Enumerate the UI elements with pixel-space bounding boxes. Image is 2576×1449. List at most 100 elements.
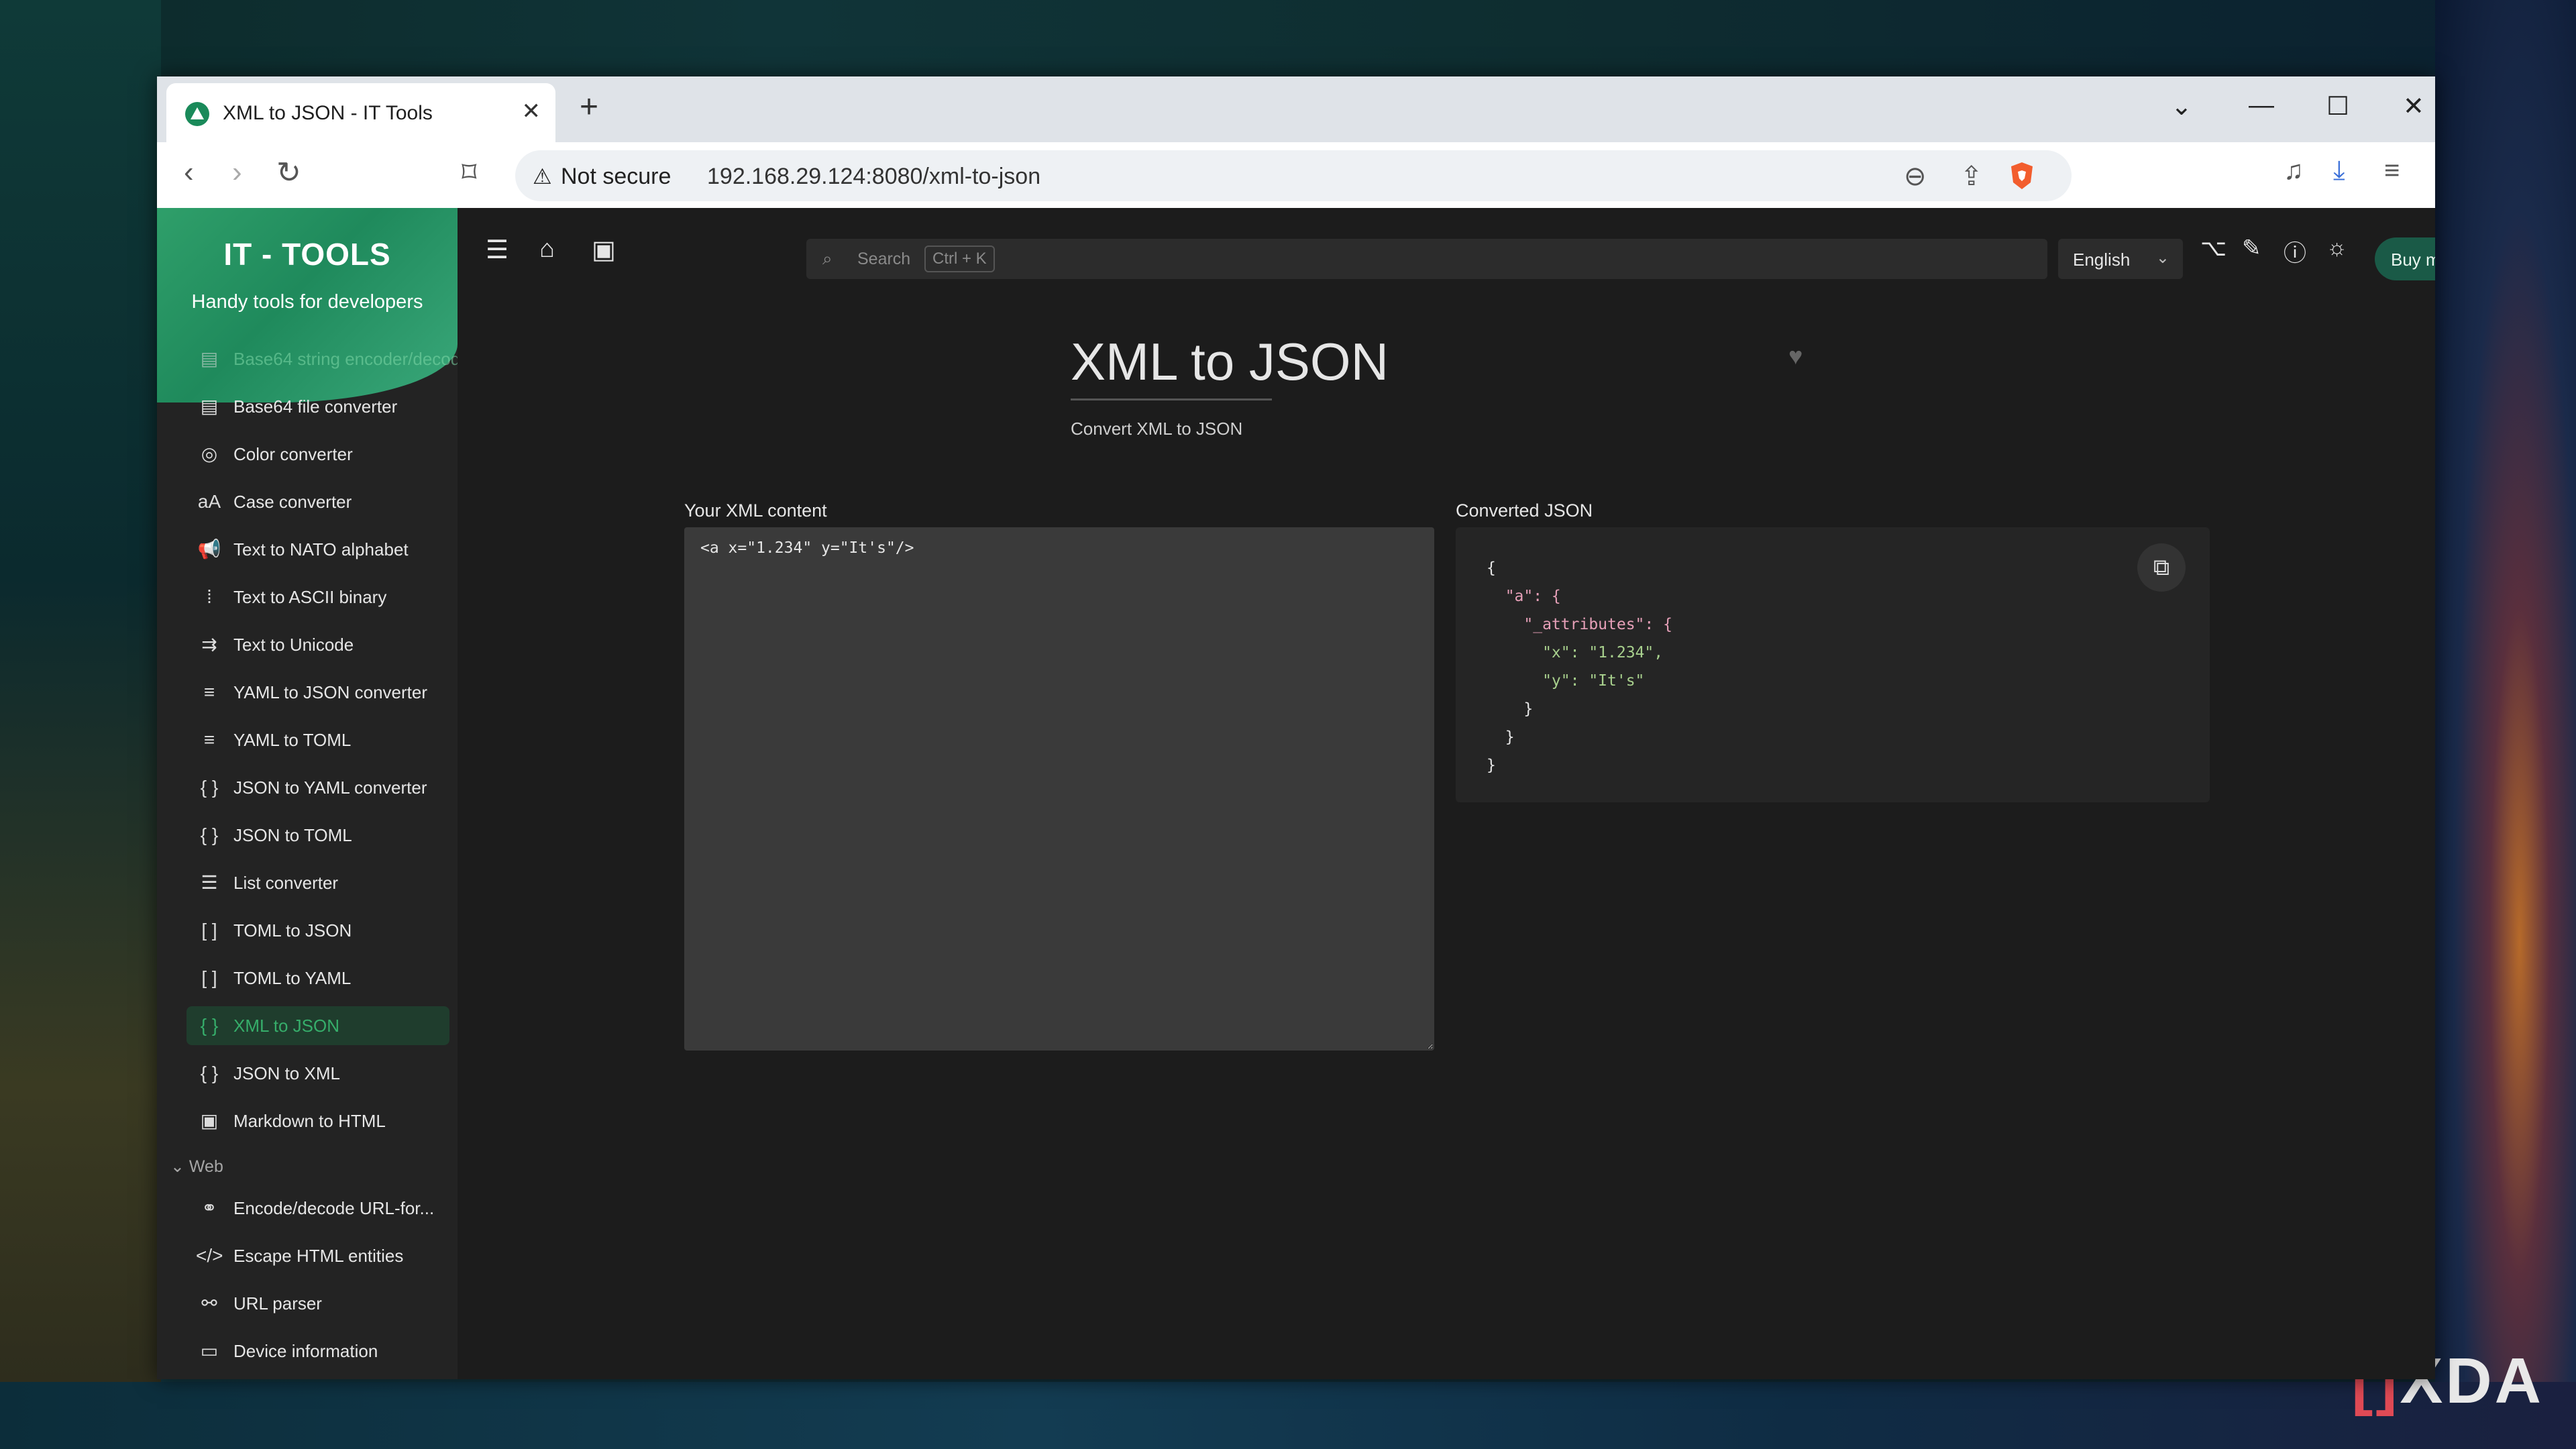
sidebar-item-xml-json[interactable]: { } XML to JSON (186, 1006, 449, 1045)
link-icon: ⚭ (201, 1197, 217, 1218)
sidebar-item-color-converter[interactable]: ◎ Color converter (186, 435, 449, 474)
wallpaper-top (0, 0, 2576, 76)
chevron-down-icon: ⌄ (2155, 249, 2169, 267)
download-icon[interactable]: ⤓ (2333, 156, 2345, 186)
file-icon: ▤ (200, 396, 219, 417)
browser-toolbar: ‹ › ↻ ⌑ ⚠ Not secure 192.168.29.124:8080… (157, 142, 2435, 208)
coffee-label: Buy me a coffee (2391, 250, 2435, 270)
sidebar-item-json-xml[interactable]: { } JSON to XML (186, 1054, 449, 1093)
palette-icon: ◎ (201, 443, 218, 464)
braces-icon: { } (200, 824, 219, 845)
sidebar-item-ascii-binary[interactable]: ⁞ Text to ASCII binary (186, 578, 449, 616)
language-select[interactable]: English ⌄ (2058, 239, 2183, 279)
copy-icon[interactable]: ⧉ (2137, 543, 2186, 592)
it-tools-favicon-icon (185, 102, 209, 126)
json-line: "_attributes": { (1487, 616, 1672, 633)
ui-lib-icon[interactable]: ▣ (592, 235, 616, 265)
search-input[interactable]: ⌕ Search Ctrl + K (806, 239, 2047, 279)
align-icon: ≡ (203, 682, 215, 702)
binary-icon: ⁞ (207, 586, 212, 607)
sidebar-item-yaml-toml[interactable]: ≡ YAML to TOML (186, 720, 449, 759)
search-placeholder: Search (857, 250, 911, 268)
back-icon[interactable]: ‹ (184, 156, 194, 189)
sidebar-item-toml-json[interactable]: [ ] TOML to JSON (186, 911, 449, 950)
sidebar-item-json-toml[interactable]: { } JSON to TOML (186, 816, 449, 855)
markdown-icon: ▣ (200, 1110, 219, 1131)
zoom-out-icon[interactable]: ⊖ (1904, 161, 1927, 192)
sidebar-item-url-parser[interactable]: ⚯ URL parser (186, 1284, 449, 1323)
twitter-icon[interactable]: ✎ (2242, 235, 2261, 262)
sidebar-item-yaml-json[interactable]: ≡ YAML to JSON converter (186, 673, 449, 712)
title-divider (1071, 398, 1272, 400)
favorite-heart-icon[interactable]: ♥ (1788, 342, 1803, 370)
not-secure-label[interactable]: Not secure (561, 164, 671, 190)
bookmark-icon[interactable]: ⌑ (462, 156, 477, 190)
section-web-toggle[interactable]: ⌄ Web (170, 1157, 223, 1177)
xml-input-textarea[interactable]: <a x="1.234" y="It's"/> (684, 527, 1434, 1051)
forward-icon[interactable]: › (232, 156, 242, 189)
it-tools-app: IT - TOOLS Handy tools for developers ▤ … (157, 208, 2435, 1379)
browser-menu-icon[interactable]: ≡ (2384, 156, 2400, 186)
browser-tab[interactable]: XML to JSON - IT Tools ✕ (166, 83, 555, 142)
minimize-icon[interactable]: — (2249, 91, 2274, 120)
sidebar-item-base64-file[interactable]: ▤ Base64 file converter (186, 387, 449, 426)
json-line: } (1487, 700, 1534, 718)
json-line: { (1487, 559, 1496, 577)
sidebar-item-device-info[interactable]: ▭ Device information (186, 1332, 449, 1371)
app-topbar: ☰ ⌂ ▣ ⌕ Search Ctrl + K English ⌄ ⌥ ✎ ⓘ … (458, 208, 2435, 284)
page-subtitle: Convert XML to JSON (1071, 419, 1243, 439)
speakerphone-icon: 📢 (197, 539, 221, 559)
device-icon: ▭ (200, 1340, 219, 1361)
tab-close-icon[interactable]: ✕ (522, 98, 541, 125)
home-icon[interactable]: ⌂ (539, 235, 555, 264)
braces-icon: { } (200, 1015, 219, 1036)
brand-title[interactable]: IT - TOOLS (157, 236, 458, 272)
sidebar-item-markdown-html[interactable]: ▣ Markdown to HTML (186, 1102, 449, 1140)
sidebar-item-nato[interactable]: 📢 Text to NATO alphabet (186, 530, 449, 569)
page-title: XML to JSON (1071, 332, 1389, 391)
media-icon[interactable]: ♫ (2284, 156, 2304, 186)
theme-toggle-icon[interactable]: ☼ (2326, 235, 2347, 261)
new-tab-icon[interactable]: + (580, 89, 598, 125)
wallpaper-left (0, 0, 161, 1449)
close-window-icon[interactable]: ✕ (2403, 91, 2424, 121)
reload-icon[interactable]: ↻ (276, 156, 301, 190)
xml-input-label: Your XML content (684, 500, 827, 521)
sidebar-item-case-converter[interactable]: aA Case converter (186, 482, 449, 521)
sidebar-item-escape-html[interactable]: </> Escape HTML entities (186, 1236, 449, 1275)
braces-icon: { } (200, 1063, 219, 1083)
sidebar-item-text-unicode[interactable]: ⇉ Text to Unicode (186, 625, 449, 664)
sidebar-item-base64-string[interactable]: ▤ Base64 string encoder/decoder (186, 339, 458, 378)
json-line: "x": "1.234", (1487, 644, 1664, 661)
sidebar-item-url-encode[interactable]: ⚭ Encode/decode URL-for... (186, 1189, 449, 1228)
sidebar-item-json-yaml[interactable]: { } JSON to YAML converter (186, 768, 449, 807)
json-line: } (1487, 729, 1515, 746)
menu-toggle-icon[interactable]: ☰ (486, 235, 508, 265)
code-icon: </> (196, 1245, 223, 1266)
buy-me-a-coffee-button[interactable]: Buy me a coffee ♡ (2375, 237, 2435, 280)
brackets-icon: [ ] (201, 920, 217, 941)
github-icon[interactable]: ⌥ (2200, 235, 2226, 262)
tab-search-chevron-icon[interactable]: ⌄ (2171, 91, 2192, 121)
maximize-icon[interactable]: ☐ (2326, 91, 2349, 121)
tab-bar: XML to JSON - IT Tools ✕ + ⌄ — ☐ ✕ (157, 76, 2435, 142)
share-icon[interactable]: ⇪ (1960, 161, 1983, 192)
sidebar: IT - TOOLS Handy tools for developers ▤ … (157, 208, 458, 1379)
url-text[interactable]: 192.168.29.124:8080/xml-to-json (707, 164, 1040, 190)
wallpaper-bottom (0, 1382, 2576, 1449)
json-output-panel: { "a": { "_attributes": { "x": "1.234", … (1456, 527, 2210, 802)
brave-shield-icon[interactable] (2006, 160, 2038, 192)
sidebar-item-toml-yaml[interactable]: [ ] TOML to YAML (186, 959, 449, 998)
brackets-icon: [ ] (201, 967, 217, 988)
address-bar[interactable]: ⚠ Not secure 192.168.29.124:8080/xml-to-… (515, 150, 2072, 201)
text-wrap-icon: ⇉ (201, 634, 217, 655)
info-icon[interactable]: ⓘ (2284, 235, 2306, 268)
section-web-label: Web (189, 1157, 223, 1176)
align-icon: ≡ (203, 729, 215, 750)
json-output-code: { "a": { "_attributes": { "x": "1.234", … (1487, 554, 1672, 780)
sidebar-item-list-converter[interactable]: ☰ List converter (186, 863, 449, 902)
warning-icon: ⚠ (533, 164, 552, 189)
wallpaper-right (2435, 0, 2576, 1449)
braces-icon: { } (200, 777, 219, 798)
json-output-label: Converted JSON (1456, 500, 1593, 521)
